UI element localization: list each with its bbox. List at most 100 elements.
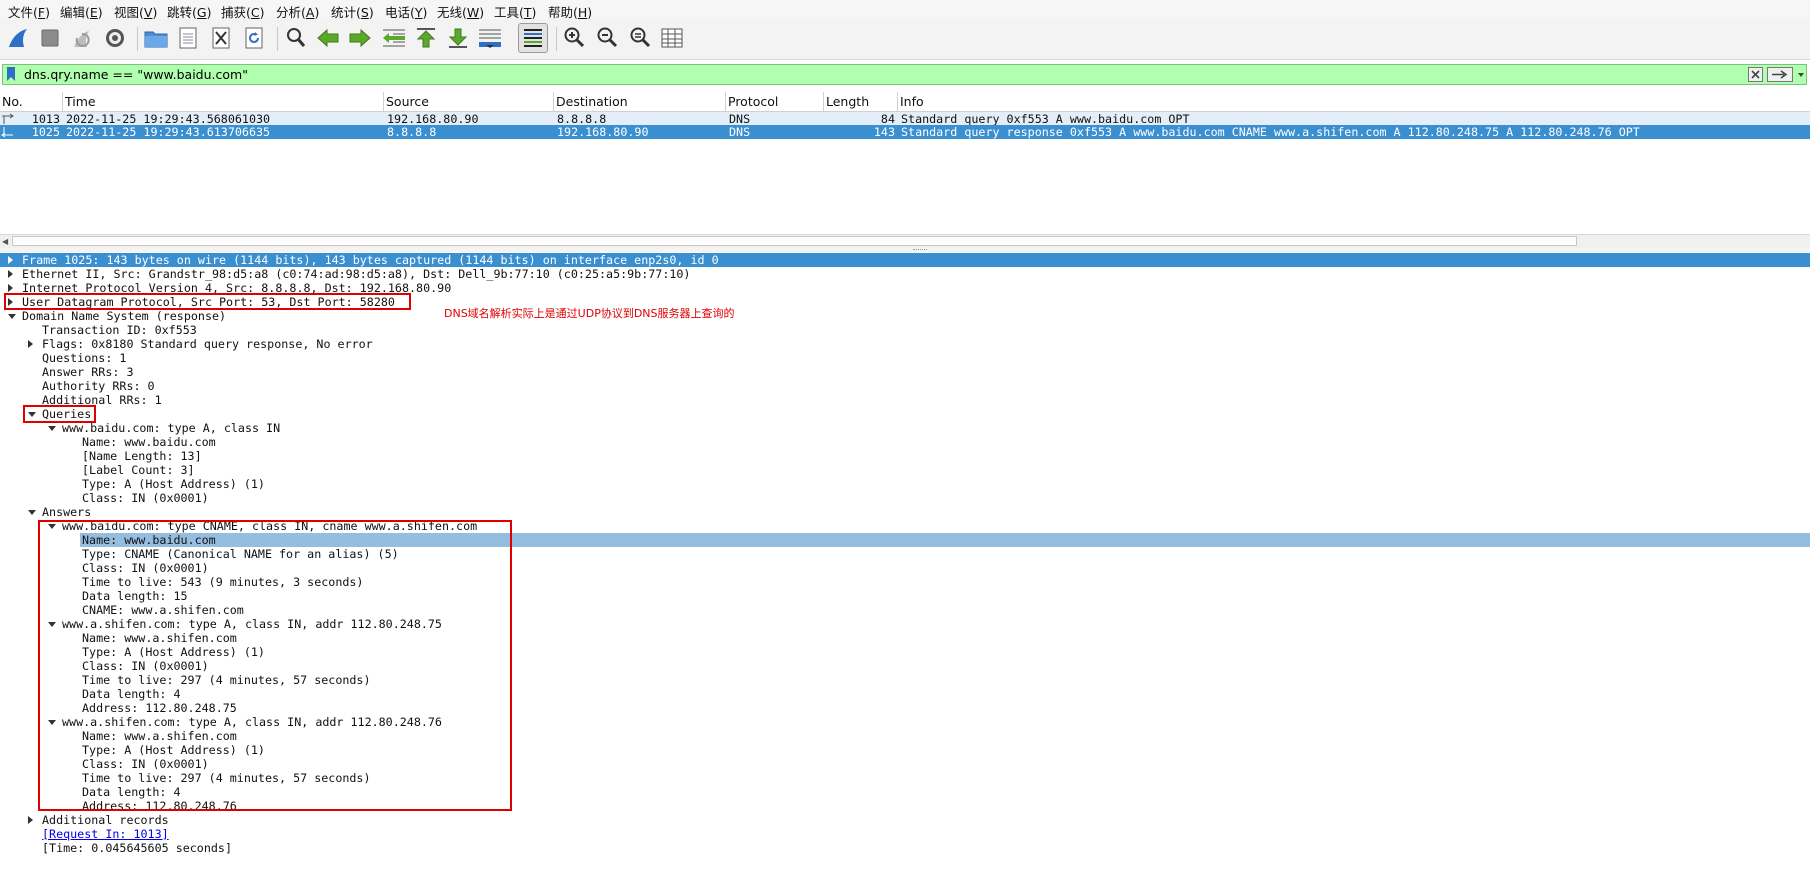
zoom-normal-icon[interactable]: [626, 24, 654, 52]
toolbar-separator: [277, 27, 278, 51]
collapsed-arrow-icon[interactable]: [8, 284, 13, 292]
first-packet-icon[interactable]: [412, 24, 440, 52]
autoscroll-icon[interactable]: [476, 24, 504, 52]
menu-item-label: 视图(: [114, 5, 144, 20]
expanded-arrow-icon[interactable]: [28, 510, 36, 515]
menu-item-label: 分析(: [276, 5, 306, 20]
collapsed-arrow-icon[interactable]: [28, 340, 33, 348]
file-icon[interactable]: [174, 24, 202, 52]
column-header-source[interactable]: Source: [384, 92, 554, 111]
reload-icon[interactable]: [240, 24, 268, 52]
tree-line-text: Authority RRs: 0: [42, 379, 155, 393]
packet-destination: 192.168.80.90: [557, 125, 649, 139]
response-link-icon: [1, 127, 13, 138]
zoom-in-icon[interactable]: [560, 24, 588, 52]
display-filter-input[interactable]: dns.qry.name == "www.baidu.com": [24, 67, 248, 82]
menu-item-paren: ): [97, 5, 103, 20]
resize-columns-icon[interactable]: [658, 24, 686, 52]
menu-item-paren: ): [206, 5, 212, 20]
menu-item-label: 电话(: [385, 5, 415, 20]
pane-splitter[interactable]: [0, 248, 1810, 252]
menu-item-paren: ): [259, 5, 265, 20]
collapsed-arrow-icon[interactable]: [8, 256, 13, 264]
packet-protocol: DNS: [729, 112, 751, 126]
gear-icon[interactable]: [101, 24, 129, 52]
tree-line-text: Answers: [42, 505, 92, 519]
scroll-left-icon[interactable]: ◀: [2, 237, 8, 246]
close-file-icon[interactable]: [207, 24, 235, 52]
menu-item-label: 文件(: [8, 5, 38, 20]
packet-list-header: No. Time Source Destination Protocol Len…: [0, 92, 1810, 112]
goto-packet-icon[interactable]: [380, 24, 408, 52]
back-arrow-icon[interactable]: [314, 24, 342, 52]
tree-line-text: Class: IN (0x0001): [82, 491, 209, 505]
collapsed-arrow-icon[interactable]: [8, 270, 13, 278]
annotation-queries-box: [23, 405, 96, 423]
packet-length: 143: [873, 125, 895, 139]
request-in-link[interactable]: [Request In: 1013]: [42, 827, 169, 841]
packet-row-selected[interactable]: 1025 2022-11-25 19:29:43.613706635 8.8.8…: [0, 125, 1810, 139]
tree-line-text: [Label Count: 3]: [82, 463, 195, 477]
forward-arrow-icon[interactable]: [346, 24, 374, 52]
apply-filter-icon[interactable]: [1767, 67, 1793, 82]
tree-line-text: [Name Length: 13]: [82, 449, 202, 463]
column-header-destination[interactable]: Destination: [554, 92, 726, 111]
packet-list-horizontal-scrollbar[interactable]: ◀: [0, 234, 1810, 248]
annotation-udp-box: [4, 293, 411, 310]
bookmark-icon[interactable]: [6, 67, 16, 81]
packet-protocol: DNS: [729, 125, 751, 139]
tree-line-text: Type: A (Host Address) (1): [82, 477, 265, 491]
column-header-length[interactable]: Length: [824, 92, 898, 111]
menu-item-label: 无线(: [437, 5, 467, 20]
menu-bar: 文件(F) 编辑(E) 视图(V) 跳转(G) 捕获(C) 分析(A) 统计(S) 电话(Y)…: [0, 0, 1810, 20]
zoom-out-icon[interactable]: [593, 24, 621, 52]
tree-line-text: Ethernet II, Src: Grandstr_98:d5:a8 (c0:…: [22, 267, 691, 281]
menu-item-accelerator: W: [466, 5, 480, 20]
column-header-time[interactable]: Time: [63, 92, 384, 111]
display-filter-bar: dns.qry.name == "www.baidu.com": [2, 64, 1807, 85]
last-packet-icon[interactable]: [444, 24, 472, 52]
chevron-down-icon[interactable]: [1796, 67, 1806, 82]
menu-item-paren: ): [587, 5, 593, 20]
packet-source: 8.8.8.8: [387, 125, 437, 139]
column-header-protocol[interactable]: Protocol: [726, 92, 824, 111]
expanded-arrow-icon[interactable]: [8, 314, 16, 319]
clear-filter-icon[interactable]: [1748, 67, 1763, 82]
menu-item-paren: ): [479, 5, 485, 20]
menu-item-accelerator: Y: [414, 5, 423, 20]
collapsed-arrow-icon[interactable]: [28, 816, 33, 824]
toolbar-separator: [137, 27, 138, 51]
packet-no: 1025: [31, 125, 60, 139]
tree-line-text: Name: www.baidu.com: [82, 435, 216, 449]
open-folder-icon[interactable]: [142, 24, 170, 52]
menu-item-paren: ): [314, 5, 320, 20]
menu-item-label: 帮助(: [548, 5, 578, 20]
scrollbar-thumb[interactable]: [12, 236, 1577, 246]
menu-item-accelerator: E: [89, 5, 98, 20]
splitter-grip[interactable]: [913, 249, 927, 252]
toolbar-separator: [556, 27, 557, 51]
menu-item-paren: ): [422, 5, 428, 20]
expanded-arrow-icon[interactable]: [48, 426, 56, 431]
column-header-no[interactable]: No.: [0, 92, 63, 111]
tree-line-text: Domain Name System (response): [22, 309, 227, 323]
colorize-icon[interactable]: [518, 23, 548, 53]
tree-line-text: Questions: 1: [42, 351, 127, 365]
shark-fin-icon[interactable]: [4, 24, 32, 52]
tree-line-text: Flags: 0x8180 Standard query response, N…: [42, 337, 373, 351]
tree-line-text: Additional records: [42, 813, 169, 827]
tree-line-text: Frame 1025: 143 bytes on wire (1144 bits…: [22, 253, 719, 267]
menu-item-label: 跳转(: [167, 5, 197, 20]
column-header-info[interactable]: Info: [898, 92, 1810, 111]
stop-icon[interactable]: [36, 24, 64, 52]
menu-item-accelerator: F: [37, 5, 46, 20]
tree-node[interactable]: Frame 1025: 143 bytes on wire (1144 bits…: [0, 253, 1810, 267]
packet-row[interactable]: 1013 2022-11-25 19:29:43.568061030 192.1…: [0, 112, 1810, 126]
packet-time: 2022-11-25 19:29:43.613706635: [66, 125, 271, 139]
menu-item-accelerator: G: [196, 5, 207, 20]
tree-line-text: Answer RRs: 3: [42, 365, 134, 379]
annotation-note: DNS域名解析实际上是通过UDP协议到DNS服务器上查询的: [444, 307, 735, 320]
restart-icon[interactable]: [68, 24, 96, 52]
search-icon[interactable]: [282, 24, 310, 52]
annotation-answers-box: [38, 520, 512, 811]
